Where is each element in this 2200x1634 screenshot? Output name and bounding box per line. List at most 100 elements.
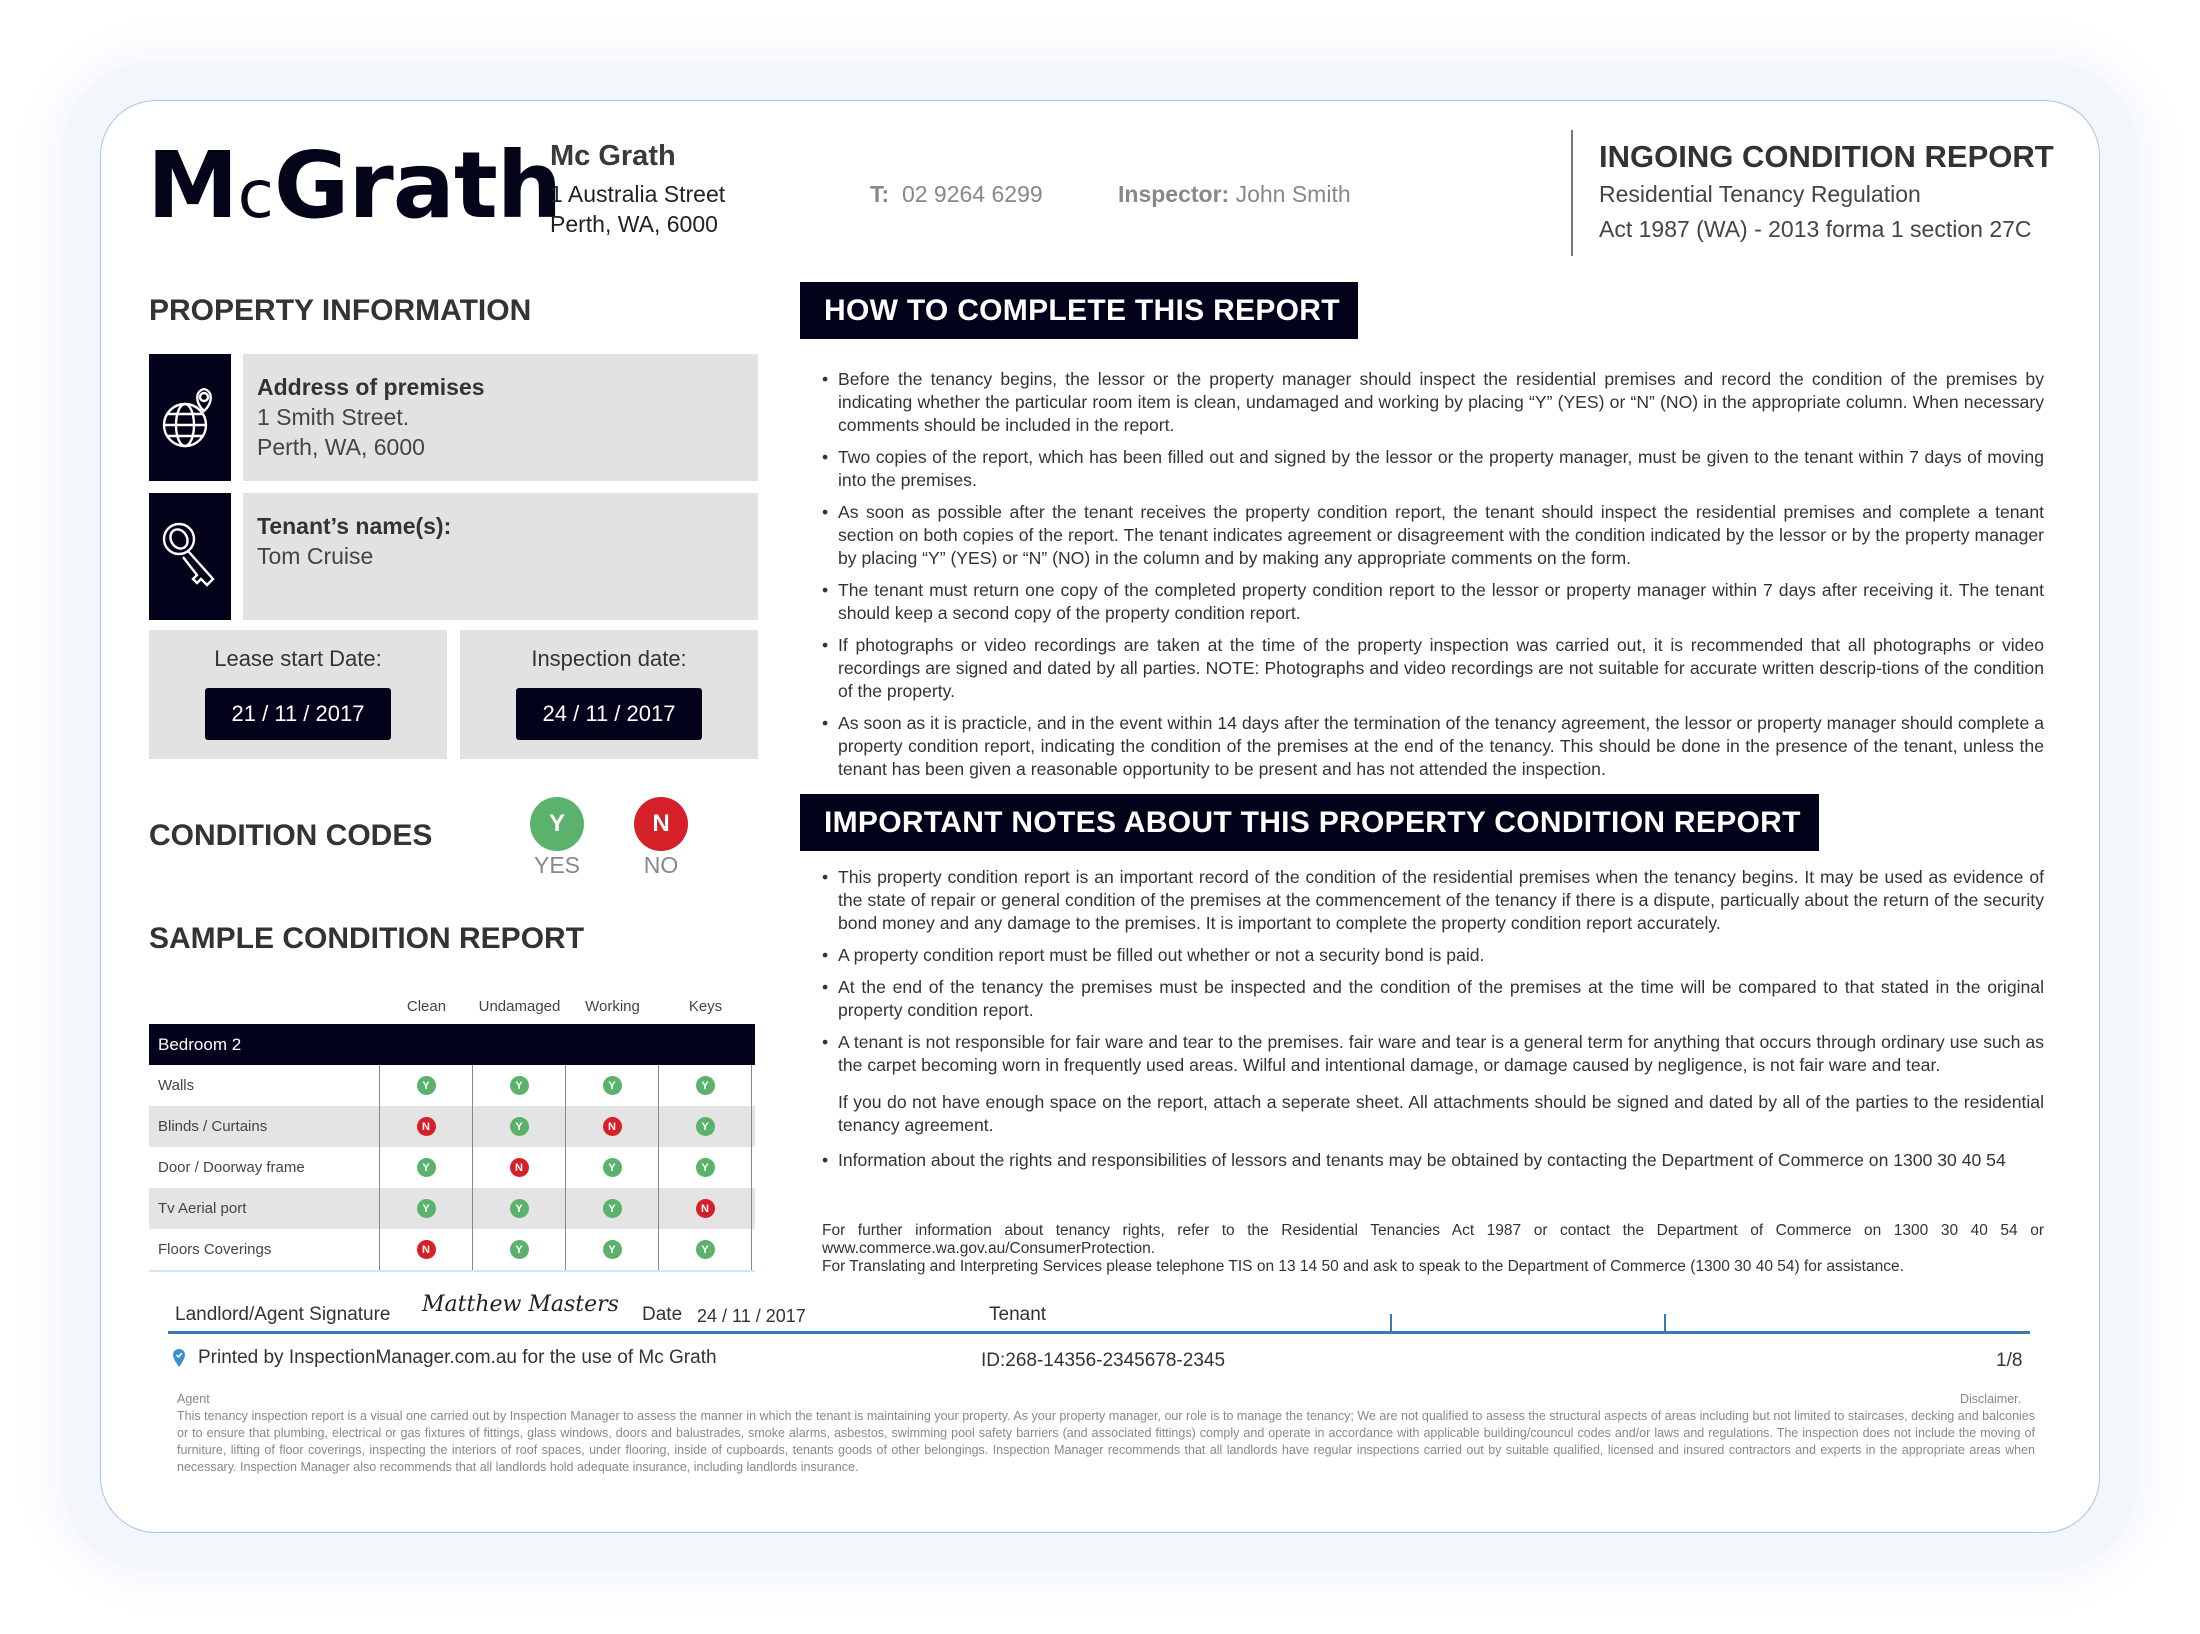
- table-row: Walls Y Y Y Y: [149, 1065, 755, 1106]
- phone-label: T:: [870, 181, 890, 207]
- landlord-signature-label: Landlord/Agent Signature: [175, 1304, 391, 1325]
- note-item: At the end of the tenancy the premises m…: [822, 976, 2044, 1022]
- footnote-line2: For Translating and Interpreting Service…: [822, 1258, 1904, 1275]
- tenant-label: Tenant’s name(s):: [257, 513, 452, 539]
- sample-report-heading: SAMPLE CONDITION REPORT: [149, 922, 585, 955]
- report-title: INGOING CONDITION REPORT: [1599, 139, 2054, 174]
- how-to-list: Before the tenancy begins, the lessor or…: [822, 368, 2044, 790]
- no-code-badge: N: [634, 797, 688, 851]
- mcgrath-logo: McGrath: [147, 140, 562, 233]
- yes-badge[interactable]: Y: [509, 1076, 529, 1095]
- lease-start-label: Lease start Date:: [214, 646, 382, 671]
- table-row: Tv Aerial port Y Y Y N: [149, 1188, 755, 1229]
- inspector-label: Inspector:: [1118, 181, 1230, 207]
- column-header: Clean: [406, 998, 447, 1015]
- no-code-label: NO: [643, 852, 679, 878]
- condition-cell: Y: [380, 1065, 473, 1106]
- condition-cell: N: [566, 1106, 659, 1147]
- inspection-date-box: Inspection date: 24 / 11 / 2017: [460, 630, 758, 759]
- yes-badge[interactable]: Y: [416, 1158, 436, 1177]
- condition-cell: Y: [566, 1065, 659, 1106]
- yes-badge[interactable]: Y: [416, 1199, 436, 1218]
- yes-badge[interactable]: Y: [602, 1158, 622, 1177]
- condition-cell: N: [380, 1106, 473, 1147]
- further-info-footnote: For further information about tenancy ri…: [822, 1222, 2044, 1276]
- condition-cell: N: [659, 1188, 752, 1229]
- printed-by: Printed by InspectionManager.com.au for …: [172, 1347, 717, 1369]
- table-bottom-line: [149, 1270, 755, 1272]
- table-header: Clean Undamaged Working Keys: [149, 990, 755, 1024]
- address-box: Address of premises 1 Smith Street. Pert…: [243, 354, 758, 481]
- condition-cell: Y: [566, 1229, 659, 1270]
- report-subtitle-line2: Act 1987 (WA) - 2013 forma 1 section 27C: [1599, 216, 2032, 242]
- yes-badge[interactable]: Y: [695, 1076, 715, 1095]
- no-badge[interactable]: N: [509, 1158, 529, 1177]
- no-badge[interactable]: N: [695, 1199, 715, 1218]
- note-item: A tenant is not responsible for fair war…: [822, 1031, 2044, 1077]
- company-address-line2: Perth, WA, 6000: [550, 211, 718, 237]
- no-badge[interactable]: N: [602, 1117, 622, 1136]
- condition-cell: Y: [380, 1188, 473, 1229]
- yes-badge[interactable]: Y: [602, 1199, 622, 1218]
- table-row: Blinds / Curtains N Y N Y: [149, 1106, 755, 1147]
- yes-badge[interactable]: Y: [509, 1199, 529, 1218]
- location-pin-icon: [173, 1349, 185, 1367]
- yes-badge[interactable]: Y: [695, 1158, 715, 1177]
- signature-line: [168, 1331, 2030, 1334]
- phone-number: T: 02 9264 6299: [870, 181, 1043, 208]
- column-header: Working: [585, 998, 640, 1015]
- logo-c: c: [237, 156, 274, 233]
- company-name: Mc Grath: [550, 140, 676, 172]
- disclaimer-label: Disclaimer.: [1960, 1392, 2022, 1406]
- phone-value: 02 9264 6299: [901, 181, 1043, 207]
- globe-pin-icon: [149, 354, 231, 481]
- address-line1: 1 Smith Street.: [257, 404, 410, 430]
- document-id: ID:268-14356-2345678-2345: [981, 1350, 1226, 1371]
- condition-cell: Y: [473, 1229, 566, 1270]
- signature-date[interactable]: 24 / 11 / 2017: [697, 1306, 806, 1327]
- how-to-item: As soon as it is practicle, and in the e…: [822, 712, 2044, 781]
- sample-condition-table: Clean Undamaged Working Keys Bedroom 2 W…: [149, 990, 755, 1272]
- inspector-value: John Smith: [1235, 181, 1351, 207]
- how-to-item: Two copies of the report, which has been…: [822, 446, 2044, 492]
- row-item-name: Blinds / Curtains: [149, 1106, 380, 1147]
- table-row: Door / Doorway frame Y N Y Y: [149, 1147, 755, 1188]
- lease-start-value: 21 / 11 / 2017: [205, 688, 391, 740]
- inspection-date-value: 24 / 11 / 2017: [516, 688, 702, 740]
- yes-code-label: YES: [533, 852, 581, 878]
- condition-cell: Y: [566, 1188, 659, 1229]
- note-item: A property condition report must be fill…: [822, 944, 2044, 967]
- key-icon: [149, 493, 231, 620]
- note-item: If you do not have enough space on the r…: [838, 1092, 2044, 1135]
- how-to-item: If photographs or video recordings are t…: [822, 634, 2044, 703]
- yes-badge[interactable]: Y: [602, 1076, 622, 1095]
- how-to-item: As soon as possible after the tenant rec…: [822, 501, 2044, 570]
- yes-badge[interactable]: Y: [602, 1240, 622, 1259]
- no-badge[interactable]: N: [416, 1117, 436, 1136]
- table-row: Floors Coverings N Y Y Y: [149, 1229, 755, 1270]
- column-header: Undamaged: [478, 998, 561, 1015]
- yes-badge[interactable]: Y: [695, 1117, 715, 1136]
- signature-divider: [1390, 1314, 1392, 1332]
- condition-codes-heading: CONDITION CODES: [149, 819, 433, 852]
- row-item-name: Door / Doorway frame: [149, 1147, 380, 1188]
- no-badge[interactable]: N: [416, 1240, 436, 1259]
- condition-cell: Y: [380, 1147, 473, 1188]
- signature-divider: [1664, 1314, 1666, 1332]
- report-subtitle-line1: Residential Tenancy Regulation: [1599, 181, 1921, 207]
- yes-badge[interactable]: Y: [416, 1076, 436, 1095]
- disclaimer-text: This tenancy inspection report is a visu…: [177, 1409, 2035, 1474]
- condition-cell: Y: [659, 1147, 752, 1188]
- footnote-line1: For further information about tenancy ri…: [822, 1222, 2044, 1257]
- condition-cell: Y: [473, 1106, 566, 1147]
- how-to-item: The tenant must return one copy of the c…: [822, 579, 2044, 625]
- important-notes-banner: IMPORTANT NOTES ABOUT THIS PROPERTY COND…: [800, 794, 1819, 851]
- yes-badge[interactable]: Y: [509, 1240, 529, 1259]
- tenant-box: Tenant’s name(s): Tom Cruise: [243, 493, 758, 620]
- landlord-signature[interactable]: Matthew Masters: [422, 1292, 619, 1317]
- yes-badge[interactable]: Y: [509, 1117, 529, 1136]
- property-information-heading: PROPERTY INFORMATION: [149, 294, 532, 327]
- row-item-name: Floors Coverings: [149, 1229, 380, 1270]
- address-label: Address of premises: [257, 374, 485, 400]
- yes-badge[interactable]: Y: [695, 1240, 715, 1259]
